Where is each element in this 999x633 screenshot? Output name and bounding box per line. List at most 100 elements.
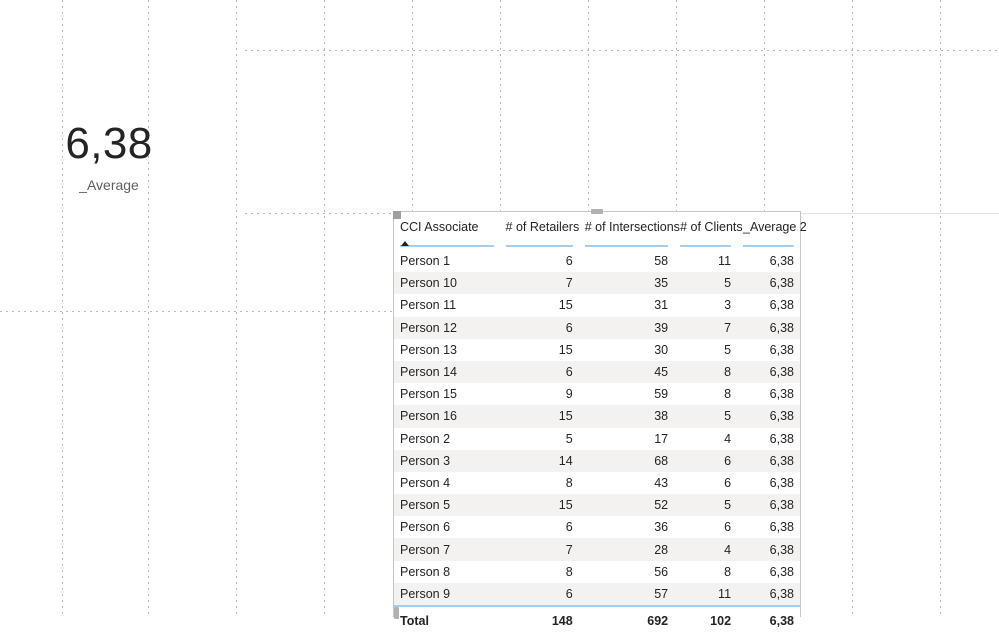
vertical-guide (236, 0, 237, 617)
cell-value: 6,38 (737, 582, 800, 606)
cell-value: 6 (499, 582, 579, 606)
cell-value: 6,38 (737, 538, 800, 561)
cell-value: 5 (724, 342, 732, 357)
cell-value: 4 (724, 431, 732, 446)
cell-value: 6 (724, 520, 732, 535)
kpi-label: _Average (79, 177, 139, 193)
cell-associate: Person 11 (400, 298, 457, 313)
cell-value: 58 (654, 254, 669, 269)
column-header-intersections[interactable]: # of Intersections (579, 212, 680, 250)
table-row[interactable]: Person 10 7 35 5 6,38 (394, 272, 800, 295)
cell-value: 8 (724, 564, 732, 579)
table-row[interactable]: Person 12 6 39 7 6,38 (394, 316, 800, 339)
cell-associate: Person 8 (400, 564, 451, 579)
cell-associate: Person 14 (394, 360, 500, 384)
horizontal-guide (245, 213, 393, 214)
cell-associate: Person 4 (400, 475, 451, 490)
table-row[interactable]: Person 6 6 36 6 6,38 (394, 516, 800, 538)
table-row[interactable]: Person 2 5 17 4 6,38 (394, 428, 800, 450)
cell-value: 5 (674, 494, 738, 517)
table-row[interactable]: Person 8 8 56 8 6,38 (394, 561, 800, 583)
table-row[interactable]: Person 9 6 57 11 6,38 (394, 582, 800, 606)
horizontal-guide (0, 311, 393, 312)
table-visual[interactable]: CCI Associate # of Retailers # of Inters… (393, 209, 807, 633)
cell-associate: Person 5 (394, 494, 500, 517)
table-header-row: CCI Associate # of Retailers # of Inters… (394, 212, 807, 250)
cell-value: 8 (724, 387, 732, 402)
cell-value: 59 (654, 387, 669, 402)
column-header-label: # of Intersections (584, 220, 680, 247)
cell-value: 68 (578, 449, 675, 472)
cell-value: 39 (578, 316, 675, 339)
cell-value: 6,38 (769, 342, 794, 357)
kpi-value: 6,38 (65, 119, 153, 168)
cell-value: 17 (654, 431, 669, 446)
cell-value: 45 (578, 360, 675, 384)
cell-value: 6,38 (737, 405, 800, 428)
cell-value: 4 (674, 538, 738, 561)
cell-value: 6,38 (769, 298, 794, 313)
cell-value: 7 (499, 538, 579, 561)
cell-associate: Person 15 (400, 387, 457, 402)
cell-value: 38 (578, 405, 675, 428)
column-header-label: # of Clients (680, 220, 743, 247)
cell-associate: Person 2 (400, 431, 451, 446)
cell-value: 6,38 (737, 316, 800, 339)
cell-value: 6,38 (769, 387, 794, 402)
cell-value: 6,38 (737, 494, 800, 517)
column-header-retailers[interactable]: # of Retailers (500, 212, 579, 250)
cell-value: 6 (499, 360, 579, 384)
table-row[interactable]: Person 16 15 38 5 6,38 (394, 405, 800, 428)
cell-associate: Person 13 (400, 342, 457, 357)
table-row[interactable]: Person 3 14 68 6 6,38 (394, 449, 800, 472)
cell-associate: Person 7 (394, 538, 500, 561)
cell-value: 6,38 (769, 254, 794, 269)
column-header-clients[interactable]: # of Clients (674, 212, 743, 250)
cell-value: 6,38 (737, 449, 800, 472)
data-table: CCI Associate # of Retailers # of Inters… (394, 212, 807, 633)
cell-value: 31 (654, 298, 669, 313)
total-value: 692 (578, 605, 675, 633)
column-header-cci-associate[interactable]: CCI Associate (394, 212, 500, 250)
vertical-guide (940, 0, 941, 617)
table-row[interactable]: Person 1 6 58 11 6,38 (394, 250, 800, 272)
cell-value: 6 (499, 316, 579, 339)
column-header-label: CCI Associate (400, 220, 494, 247)
cell-value: 6 (724, 475, 732, 490)
cell-value: 14 (499, 449, 579, 472)
cell-value: 6 (674, 449, 738, 472)
cell-value: 36 (654, 520, 669, 535)
cell-value: 57 (578, 582, 675, 606)
cell-value: 6 (565, 520, 573, 535)
table-row[interactable]: Person 4 8 43 6 6,38 (394, 472, 800, 494)
kpi-card-average[interactable]: 6,38 _Average (0, 118, 218, 194)
cell-value: 6 (565, 254, 573, 269)
total-value: 6,38 (737, 605, 800, 633)
cell-value: 6,38 (769, 564, 794, 579)
table-row[interactable]: Person 15 9 59 8 6,38 (394, 383, 800, 405)
cell-value: 5 (565, 431, 573, 446)
cell-value: 8 (674, 360, 738, 384)
cell-value: 6,38 (769, 431, 794, 446)
cell-value: 8 (565, 564, 573, 579)
table-row[interactable]: Person 11 15 31 3 6,38 (394, 294, 800, 316)
resize-handle-bottom-left[interactable] (394, 607, 399, 619)
table-row[interactable]: Person 5 15 52 5 6,38 (394, 494, 800, 517)
cell-value: 52 (578, 494, 675, 517)
table-row[interactable]: Person 14 6 45 8 6,38 (394, 360, 800, 384)
table-row[interactable]: Person 13 15 30 5 6,38 (394, 339, 800, 361)
horizontal-guide (245, 50, 999, 51)
cell-value: 5 (674, 405, 738, 428)
table-row[interactable]: Person 7 7 28 4 6,38 (394, 538, 800, 561)
cell-associate: Person 3 (394, 449, 500, 472)
cell-value: 6,38 (737, 272, 800, 295)
table-header: CCI Associate # of Retailers # of Inters… (394, 212, 807, 250)
cell-value: 6,38 (769, 475, 794, 490)
vertical-guide (324, 0, 325, 617)
cell-value: 8 (565, 475, 573, 490)
cell-value: 43 (654, 475, 669, 490)
cell-associate: Person 9 (394, 582, 500, 606)
cell-value: 15 (499, 405, 579, 428)
column-header-average-2[interactable]: _Average 2 (737, 212, 807, 250)
cell-associate: Person 12 (394, 316, 500, 339)
